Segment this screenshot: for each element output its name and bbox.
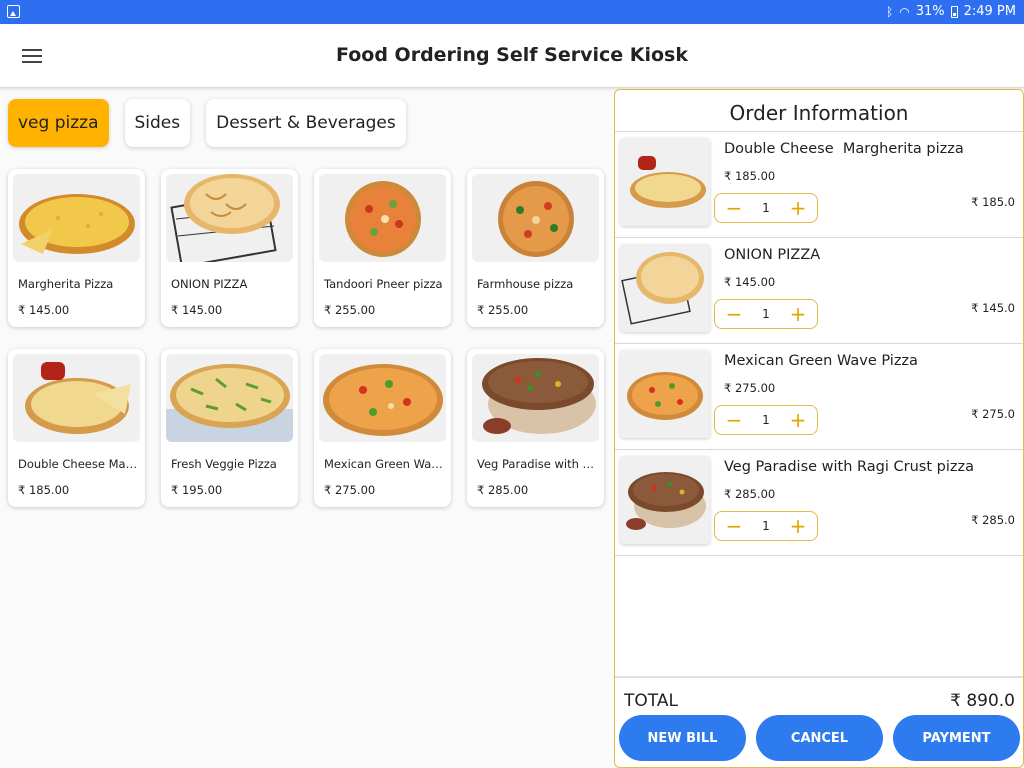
product-name: Fresh Veggie Pizza [171,457,277,471]
bluetooth-icon: ᛒ [886,4,894,19]
quantity-stepper: − 1 + [714,511,818,541]
minus-icon[interactable]: − [724,516,744,536]
pizza-image [166,354,293,442]
product-card-fresh-veggie[interactable]: Fresh Veggie Pizza ₹ 195.00 [161,349,298,507]
plus-icon[interactable]: + [788,198,808,218]
product-price: ₹ 195.00 [171,483,223,497]
order-item-name: Mexican Green Wave Pizza [724,353,918,369]
clock: 2:49 PM [963,4,1016,19]
order-title: Order Information [615,90,1023,132]
product-price: ₹ 255.00 [477,303,529,317]
category-tabs: veg pizza Sides Dessert & Beverages [8,99,406,147]
product-price: ₹ 275.00 [324,483,376,497]
pizza-image [319,354,446,442]
order-item-price: ₹ 185.00 [724,169,776,183]
plus-icon[interactable]: + [788,516,808,536]
order-item-price: ₹ 275.00 [724,381,776,395]
battery-icon [950,5,958,18]
quantity-value: 1 [762,519,770,533]
order-item-price: ₹ 145.00 [724,275,776,289]
payment-button[interactable]: PAYMENT [893,715,1020,761]
tab-veg-pizza[interactable]: veg pizza [8,99,109,147]
tab-sides[interactable]: Sides [124,99,191,147]
product-name: Farmhouse pizza [477,277,574,291]
order-item: ONION PIZZA ₹ 145.00 − 1 + ₹ 145.0 [615,238,1023,344]
quantity-stepper: − 1 + [714,193,818,223]
total-value: ₹ 890.0 [950,691,1015,711]
product-name: Double Cheese Mar... [18,457,140,471]
pizza-image [472,174,599,262]
minus-icon[interactable]: − [724,198,744,218]
wifi-icon: ◠ [899,4,910,19]
pizza-image [620,350,710,438]
app-title: Food Ordering Self Service Kiosk [336,44,688,66]
pizza-image [620,244,710,332]
quantity-value: 1 [762,201,770,215]
pizza-image [620,456,710,544]
product-name: Tandoori Pneer pizza [324,277,443,291]
order-actions: NEW BILL CANCEL PAYMENT [619,715,1020,761]
order-item: Mexican Green Wave Pizza ₹ 275.00 − 1 + … [615,344,1023,450]
pizza-image [13,354,140,442]
order-item-name: Double Cheese Margherita pizza [724,141,964,157]
pizza-image [472,354,599,442]
tab-dessert-beverages[interactable]: Dessert & Beverages [206,99,406,147]
pizza-image [166,174,293,262]
product-price: ₹ 145.00 [18,303,70,317]
order-item: Double Cheese Margherita pizza ₹ 185.00 … [615,132,1023,238]
product-name: ONION PIZZA [171,277,248,291]
product-card-double-cheese[interactable]: Double Cheese Mar... ₹ 185.00 [8,349,145,507]
quantity-stepper: − 1 + [714,299,818,329]
order-item: Veg Paradise with Ragi Crust pizza ₹ 285… [615,450,1023,556]
product-card-margherita[interactable]: Margherita Pizza ₹ 145.00 [8,169,145,327]
minus-icon[interactable]: − [724,410,744,430]
product-name: Margherita Pizza [18,277,114,291]
order-item-name: ONION PIZZA [724,247,821,263]
order-item-price: ₹ 285.00 [724,487,776,501]
gallery-notification-icon [7,5,20,18]
product-price: ₹ 285.00 [477,483,529,497]
product-price: ₹ 185.00 [18,483,70,497]
pizza-image [13,174,140,262]
order-item-name: Veg Paradise with Ragi Crust pizza [724,459,974,475]
product-card-mexican-green-wave[interactable]: Mexican Green Wav... ₹ 275.00 [314,349,451,507]
product-price: ₹ 255.00 [324,303,376,317]
pizza-image [319,174,446,262]
status-icons: ᛒ ◠ 31% 2:49 PM [886,4,1016,19]
product-grid: Margherita Pizza ₹ 145.00 ONION PIZZA ₹ … [8,169,608,507]
app-bar: Food Ordering Self Service Kiosk [0,24,1024,88]
plus-icon[interactable]: + [788,304,808,324]
total-row: TOTAL ₹ 890.0 [615,676,1023,716]
product-card-onion[interactable]: ONION PIZZA ₹ 145.00 [161,169,298,327]
status-bar: ᛒ ◠ 31% 2:49 PM [0,0,1024,24]
quantity-stepper: − 1 + [714,405,818,435]
minus-icon[interactable]: − [724,304,744,324]
pizza-image [620,138,710,226]
order-item-total: ₹ 185.0 [971,195,1015,209]
quantity-value: 1 [762,307,770,321]
order-panel: Order Information Double Cheese Margheri… [614,89,1024,768]
product-price: ₹ 145.00 [171,303,223,317]
order-item-total: ₹ 285.0 [971,513,1015,527]
cancel-button[interactable]: CANCEL [756,715,883,761]
product-name: Veg Paradise with Ra... [477,457,599,471]
product-name: Mexican Green Wav... [324,457,446,471]
order-item-total: ₹ 275.0 [971,407,1015,421]
battery-percent: 31% [915,4,945,19]
plus-icon[interactable]: + [788,410,808,430]
product-card-tandoori-paneer[interactable]: Tandoori Pneer pizza ₹ 255.00 [314,169,451,327]
product-card-veg-paradise[interactable]: Veg Paradise with Ra... ₹ 285.00 [467,349,604,507]
total-label: TOTAL [624,691,678,711]
quantity-value: 1 [762,413,770,427]
order-item-total: ₹ 145.0 [971,301,1015,315]
new-bill-button[interactable]: NEW BILL [619,715,746,761]
product-card-farmhouse[interactable]: Farmhouse pizza ₹ 255.00 [467,169,604,327]
